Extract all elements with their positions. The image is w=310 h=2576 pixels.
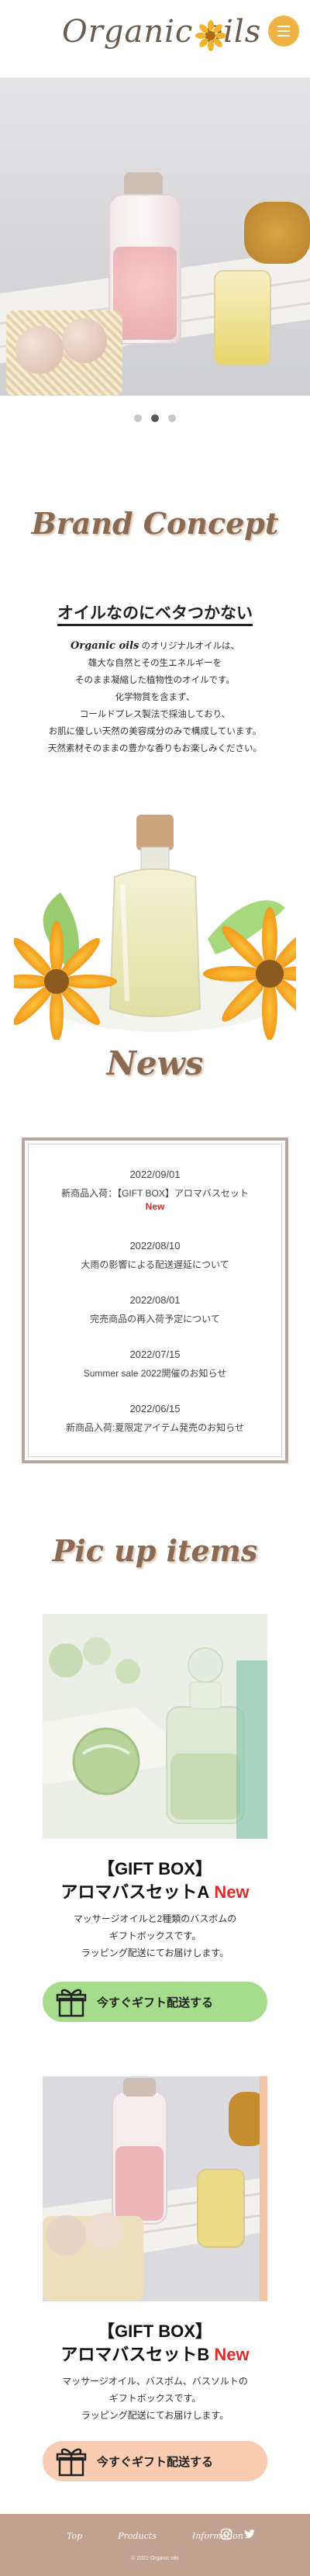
- site-logo[interactable]: Organic oils: [62, 14, 261, 50]
- pickup-title: Pic up items: [52, 1533, 258, 1568]
- gift-delivery-button-b[interactable]: 今すぐギフト配送する: [43, 2441, 267, 2481]
- oil-bottle-image: [214, 270, 271, 366]
- site-footer: Top Products Information © 2022 Organic …: [0, 2514, 310, 2576]
- news-item[interactable]: 2022/07/15 Summer sale 2022開催のお知らせ: [25, 1349, 285, 1380]
- concept-line: 天然素材そのままの豊かな香りもお楽しみください。: [48, 744, 262, 753]
- news-date: 2022/08/01: [129, 1294, 181, 1306]
- carousel-dot[interactable]: [134, 414, 142, 422]
- news-box: 2022/09/01 新商品入荷：【GIFT BOX】アロマバスセット New …: [22, 1137, 288, 1463]
- news-text[interactable]: Summer sale 2022開催のお知らせ: [25, 1366, 285, 1380]
- carousel-dot-active[interactable]: [151, 414, 159, 422]
- footer-nav: Top Products Information: [0, 2531, 310, 2541]
- oil-bottle-flowers-image: [14, 807, 296, 1040]
- product-a-image[interactable]: [43, 1614, 267, 1839]
- product-b-title[interactable]: 【GIFT BOX】 アロマバスセットB New: [0, 2320, 310, 2367]
- concept-line: そのまま凝縮した植物性のオイルです。: [75, 676, 235, 685]
- carousel-dots: [0, 414, 310, 422]
- concept-line: コールドプレス製法で採油しており、: [79, 710, 231, 719]
- brand-concept-title: Brand Concept: [31, 506, 279, 541]
- new-badge: New: [214, 1882, 250, 1902]
- concept-line: 雄大な自然とその生エネルギーを: [88, 659, 222, 668]
- news-date: 2022/07/15: [129, 1349, 181, 1360]
- product-a-title[interactable]: 【GIFT BOX】 アロマバスセットA New: [0, 1858, 310, 1904]
- news-date: 2022/06/15: [129, 1403, 181, 1414]
- news-item[interactable]: 2022/06/15 新商品入荷:夏限定アイテム発売のお知らせ: [25, 1403, 285, 1434]
- hero-slide-image[interactable]: [0, 78, 310, 396]
- news-text[interactable]: 大雨の影響による配送遅延について: [25, 1258, 285, 1271]
- flower-logo-icon: [195, 20, 226, 51]
- instagram-icon[interactable]: [220, 2528, 232, 2540]
- site-header: Organic oils: [0, 0, 310, 78]
- hamburger-menu-button[interactable]: [268, 16, 299, 47]
- gift-box-icon: [56, 2448, 87, 2477]
- concept-heading: オイルなのにベタつかない: [0, 601, 310, 626]
- concept-line: お肌に優しい天然の美容成分のみで構成しています。: [48, 727, 262, 736]
- product-b-image[interactable]: [43, 2076, 267, 2301]
- hamburger-icon: [277, 26, 290, 27]
- footer-link-top[interactable]: Top: [67, 2531, 82, 2541]
- new-badge: New: [145, 1201, 165, 1212]
- product-a-description: マッサージオイルと2種類のバスボムの ギフトボックスです。 ラッピング配送にてお…: [73, 1913, 237, 1958]
- news-date: 2022/08/10: [129, 1240, 181, 1252]
- bath-bomb-image: [16, 326, 64, 374]
- news-item[interactable]: 2022/08/01 完売商品の再入荷予定について: [25, 1294, 285, 1325]
- page: Organic oils Brand Concept オイルなのにベタつかない …: [0, 0, 310, 2576]
- gift-box-icon: [56, 1989, 87, 2017]
- product-b-description: マッサージオイル、バスボム、バスソルトの ギフトボックスです。 ラッピング配送に…: [62, 2376, 248, 2421]
- news-text[interactable]: 新商品入荷：【GIFT BOX】アロマバスセット: [25, 1186, 285, 1200]
- news-date: 2022/09/01: [129, 1169, 181, 1180]
- gift-delivery-button-a[interactable]: 今すぐギフト配送する: [43, 1982, 267, 2022]
- news-title: News: [106, 1044, 204, 1082]
- news-item[interactable]: 2022/09/01 新商品入荷：【GIFT BOX】アロマバスセット New: [25, 1169, 285, 1212]
- copyright-text: © 2022 Organic oils: [131, 2556, 179, 2561]
- news-text[interactable]: 新商品入荷:夏限定アイテム発売のお知らせ: [25, 1421, 285, 1434]
- news-item[interactable]: 2022/08/10 大雨の影響による配送遅延について: [25, 1240, 285, 1271]
- concept-description: Organic oils のオリジナルオイルは、 雄大な自然とその生エネルギーを…: [0, 638, 310, 757]
- carousel-dot[interactable]: [168, 414, 176, 422]
- brand-name-inline: Organic oils: [70, 640, 140, 652]
- concept-line: 化学物質を含まず、: [115, 693, 195, 702]
- sponge-image: [244, 202, 310, 264]
- footer-link-products[interactable]: Products: [118, 2531, 157, 2541]
- twitter-icon[interactable]: [243, 2528, 256, 2540]
- news-text[interactable]: 完売商品の再入荷予定について: [25, 1312, 285, 1325]
- new-badge: New: [214, 2345, 250, 2364]
